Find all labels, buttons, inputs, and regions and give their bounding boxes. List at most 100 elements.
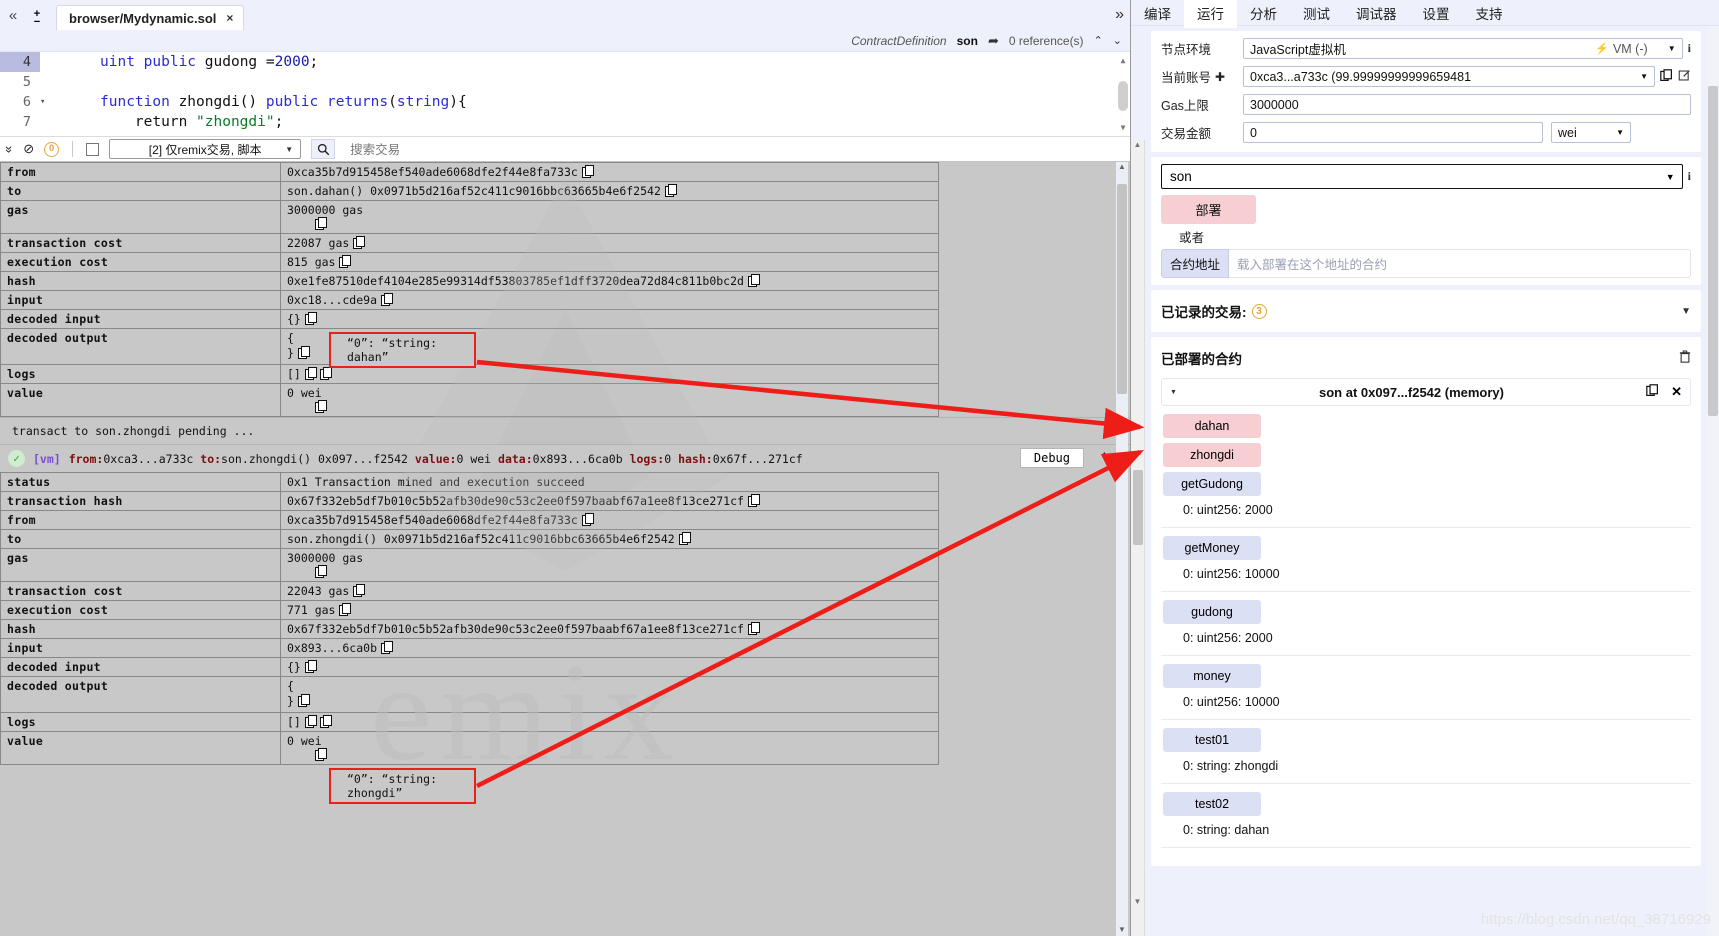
contract-instance-bar[interactable]: ▼ son at 0x097...f2542 (memory) ✕ bbox=[1161, 378, 1691, 406]
code-line[interactable]: 6 ▾ function zhongdi() public returns(stri… bbox=[0, 92, 1130, 112]
copy-icon[interactable] bbox=[381, 641, 394, 654]
copy-icon[interactable] bbox=[297, 346, 310, 359]
copy-icon[interactable] bbox=[339, 603, 352, 616]
copy-icon[interactable] bbox=[315, 400, 327, 413]
function-button-getGudong[interactable]: getGudong bbox=[1163, 472, 1261, 496]
function-button-test01[interactable]: test01 bbox=[1163, 728, 1261, 752]
function-button-dahan[interactable]: dahan bbox=[1163, 414, 1261, 438]
tab-4[interactable]: 调试器 bbox=[1343, 0, 1410, 28]
copy-icon[interactable] bbox=[581, 165, 594, 178]
at-address-button[interactable]: 合约地址 bbox=[1161, 249, 1230, 278]
code-line[interactable]: 5 bbox=[0, 72, 1130, 92]
copy-icon[interactable] bbox=[747, 494, 760, 507]
deploy-button[interactable]: 部署 bbox=[1161, 195, 1256, 224]
tx-filter-select[interactable]: [2] 仅remix交易, 脚本 ▼ bbox=[109, 139, 302, 159]
trash-icon[interactable] bbox=[1679, 349, 1691, 367]
code-editor[interactable]: 4 uint public gudong =2000; 5 6 ▾ function zh… bbox=[0, 52, 1130, 136]
expand-tabs-icon[interactable]: » bbox=[1115, 6, 1130, 30]
chevron-down-icon[interactable]: ⌄ bbox=[1113, 34, 1122, 47]
listen-network-checkbox[interactable] bbox=[86, 142, 100, 156]
tab-0[interactable]: 编译 bbox=[1131, 0, 1184, 28]
info-icon[interactable]: i bbox=[1688, 41, 1691, 56]
close-icon[interactable]: × bbox=[226, 11, 233, 25]
chevron-down-icon[interactable]: ▼ bbox=[1681, 306, 1691, 317]
copy-icon[interactable] bbox=[297, 694, 310, 707]
tab-5[interactable]: 设置 bbox=[1410, 0, 1463, 28]
info-icon[interactable]: i bbox=[1688, 169, 1691, 184]
copy-address-icon[interactable] bbox=[1646, 384, 1659, 400]
chevron-up-icon[interactable]: ⌃ bbox=[1101, 450, 1108, 464]
collapse-panel-icon[interactable]: « bbox=[0, 7, 26, 30]
function-button-money[interactable]: money bbox=[1163, 664, 1261, 688]
value-unit-select[interactable]: wei ▼ bbox=[1551, 122, 1631, 143]
decrease-font-icon[interactable]: − bbox=[34, 17, 40, 28]
function-button-test02[interactable]: test02 bbox=[1163, 792, 1261, 816]
clear-console-icon[interactable]: ⊘ bbox=[23, 141, 34, 157]
fold-icon[interactable] bbox=[40, 72, 50, 92]
copy-icon[interactable] bbox=[747, 274, 760, 287]
copy-account-icon[interactable] bbox=[1660, 68, 1673, 85]
chevron-up-icon[interactable]: ⌃ bbox=[1094, 34, 1103, 47]
scrollbar-thumb[interactable] bbox=[1118, 81, 1128, 111]
account-select[interactable]: 0xca3...a733c (99.99999999999659481 ▼ bbox=[1243, 66, 1655, 87]
function-button-gudong[interactable]: gudong bbox=[1163, 600, 1261, 624]
expand-instance-icon[interactable]: ▼ bbox=[1170, 389, 1177, 396]
scrollbar-thumb[interactable] bbox=[1133, 470, 1143, 545]
file-tab-mydynamic-sol[interactable]: browser/Mydynamic.sol × bbox=[56, 5, 245, 30]
terminal-scrollbar[interactable]: ▲ ▼ bbox=[1116, 162, 1128, 936]
copy-icon[interactable] bbox=[664, 184, 677, 197]
copy-icon[interactable] bbox=[319, 715, 332, 728]
value-input[interactable]: 0 bbox=[1243, 122, 1543, 143]
right-panel-scrollbar[interactable] bbox=[1707, 26, 1719, 936]
tab-6[interactable]: 支持 bbox=[1463, 0, 1516, 28]
copy-icon[interactable] bbox=[315, 565, 327, 578]
function-button-zhongdi[interactable]: zhongdi bbox=[1163, 443, 1261, 467]
scrollbar-thumb[interactable] bbox=[1117, 184, 1127, 394]
code-line[interactable]: 7 return "zhongdi"; bbox=[0, 112, 1130, 132]
at-address-input[interactable]: 载入部署在这个地址的合约 bbox=[1229, 249, 1691, 278]
scroll-up-icon[interactable]: ▲ bbox=[1116, 162, 1128, 171]
copy-icon[interactable] bbox=[353, 236, 366, 249]
debug-button[interactable]: Debug bbox=[1019, 448, 1084, 468]
copy-icon[interactable] bbox=[339, 255, 352, 268]
editor-scrollbar[interactable]: ▲ ▼ bbox=[1118, 56, 1128, 132]
search-transactions-input[interactable]: 搜索交易 bbox=[345, 139, 1124, 159]
code-line[interactable]: 4 uint public gudong =2000; bbox=[0, 52, 1130, 72]
copy-icon[interactable] bbox=[304, 367, 317, 380]
copy-icon[interactable] bbox=[381, 293, 394, 306]
recorded-transactions-card[interactable]: 已记录的交易: 3 ▼ bbox=[1151, 290, 1701, 332]
search-icon[interactable] bbox=[311, 139, 336, 159]
copy-icon[interactable] bbox=[315, 217, 327, 230]
fold-icon[interactable] bbox=[40, 52, 50, 72]
scroll-down-icon[interactable]: ▼ bbox=[1116, 925, 1128, 934]
font-size-controls[interactable]: + − bbox=[26, 9, 48, 30]
copy-icon[interactable] bbox=[581, 513, 594, 526]
scroll-down-icon[interactable]: ▼ bbox=[1131, 897, 1144, 906]
scroll-up-icon[interactable]: ▲ bbox=[1131, 140, 1144, 149]
tab-2[interactable]: 分析 bbox=[1237, 0, 1290, 28]
scrollbar-thumb[interactable] bbox=[1708, 86, 1718, 416]
copy-icon[interactable] bbox=[319, 367, 332, 380]
scroll-up-icon[interactable]: ▲ bbox=[1118, 56, 1128, 65]
copy-icon[interactable] bbox=[304, 312, 317, 325]
add-account-icon[interactable]: ✚ bbox=[1215, 70, 1225, 84]
fold-icon[interactable]: ▾ bbox=[40, 92, 50, 112]
right-panel-left-scrollbar[interactable]: ▲ ▼ bbox=[1131, 140, 1145, 936]
copy-icon[interactable] bbox=[304, 660, 317, 673]
transaction-2-summary[interactable]: ✓ [vm] from:0xca3...a733c to:son.zhongdi… bbox=[0, 445, 1130, 472]
fold-icon[interactable] bbox=[40, 112, 50, 132]
function-button-getMoney[interactable]: getMoney bbox=[1163, 536, 1261, 560]
copy-icon[interactable] bbox=[315, 748, 327, 761]
goto-definition-icon[interactable]: ➦ bbox=[988, 33, 999, 49]
tab-3[interactable]: 测试 bbox=[1290, 0, 1343, 28]
copy-icon[interactable] bbox=[304, 715, 317, 728]
contract-select[interactable]: son ▼ bbox=[1161, 164, 1683, 189]
copy-icon[interactable] bbox=[353, 584, 366, 597]
gas-limit-input[interactable]: 3000000 bbox=[1243, 94, 1691, 115]
copy-icon[interactable] bbox=[678, 532, 691, 545]
edit-account-icon[interactable] bbox=[1678, 69, 1691, 85]
scroll-down-icon[interactable]: ▼ bbox=[1118, 123, 1128, 132]
environment-select[interactable]: JavaScript虚拟机 ⚡ VM (-) ▼ bbox=[1243, 38, 1683, 59]
close-icon[interactable]: ✕ bbox=[1671, 384, 1682, 400]
copy-icon[interactable] bbox=[747, 622, 760, 635]
